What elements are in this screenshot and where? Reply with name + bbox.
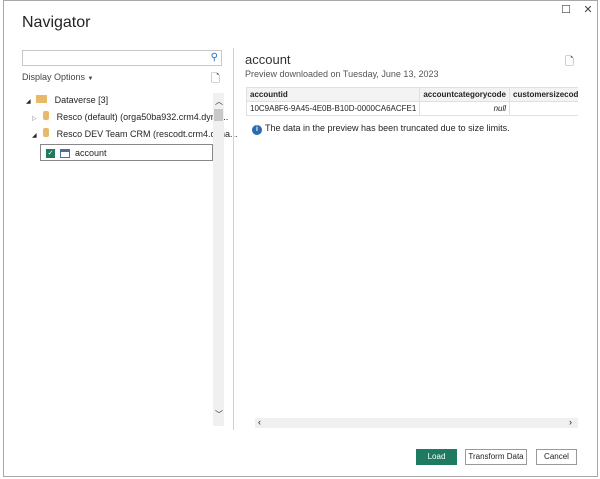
search-icon: ⚲ xyxy=(210,52,218,63)
preview-title: account xyxy=(245,52,291,67)
table-name: account xyxy=(75,148,107,158)
scroll-down-icon[interactable]: ﹀ xyxy=(215,409,223,420)
tree-item-table[interactable]: ✓ account xyxy=(40,144,213,161)
table-icon xyxy=(60,149,70,158)
maximize-icon[interactable]: ☐ xyxy=(559,3,573,16)
display-options-dropdown[interactable]: Display Options ▼ xyxy=(22,72,94,82)
tree-node-env[interactable]: ◢ Resco DEV Team CRM (rescodt.crm4.dyna.… xyxy=(32,126,238,143)
scroll-up-icon[interactable]: ︿ xyxy=(215,96,223,107)
table-row: 10C9A8F6-9A45-4E0B-B10D-0000CA6ACFE1 nul… xyxy=(246,101,578,116)
tree-scrollbar[interactable]: ︿ ﹀ xyxy=(213,93,224,426)
info-icon: i xyxy=(252,125,262,135)
collapse-icon: ◢ xyxy=(26,99,31,105)
close-icon[interactable]: ✕ xyxy=(581,3,595,16)
scroll-thumb[interactable] xyxy=(214,109,223,121)
refresh-icon[interactable]: 🗋 xyxy=(211,70,220,89)
cancel-button[interactable]: Cancel xyxy=(536,449,577,465)
search-input[interactable]: ⚲ xyxy=(22,50,222,66)
collapse-icon: ◢ xyxy=(32,133,37,139)
scroll-left-icon[interactable]: ‹ xyxy=(258,417,261,427)
dialog-title: Navigator xyxy=(22,14,91,31)
column-header[interactable]: accountid xyxy=(246,87,421,102)
checkbox[interactable]: ✓ xyxy=(46,149,55,158)
column-header[interactable]: customersizecode xyxy=(509,87,578,102)
transform-data-button[interactable]: Transform Data xyxy=(465,449,527,465)
preview-table: accountid accountcategorycode customersi… xyxy=(246,87,578,116)
database-icon xyxy=(43,111,50,120)
database-icon xyxy=(43,128,50,137)
divider xyxy=(233,48,234,430)
tree-node-dataverse[interactable]: ◢ Dataverse [3] xyxy=(26,92,108,109)
scroll-right-icon[interactable]: › xyxy=(569,417,572,427)
tree-node-env[interactable]: ▷ Resco (default) (orga50ba932.crm4.dyna… xyxy=(32,109,228,126)
cell: 1 xyxy=(509,101,578,116)
refresh-preview-icon[interactable]: 🗋 xyxy=(565,53,574,72)
column-header[interactable]: accountcategorycode xyxy=(419,87,511,102)
preview-subtitle: Preview downloaded on Tuesday, June 13, … xyxy=(245,69,439,79)
expand-icon: ▷ xyxy=(32,116,37,122)
load-button[interactable]: Load xyxy=(416,449,457,465)
folder-icon xyxy=(36,95,48,103)
preview-hscrollbar[interactable]: ‹ › xyxy=(255,417,578,428)
chevron-down-icon: ▼ xyxy=(87,76,94,82)
truncation-notice: i The data in the preview has been trunca… xyxy=(252,123,510,135)
cell: 10C9A8F6-9A45-4E0B-B10D-0000CA6ACFE1 xyxy=(246,101,421,116)
cell: null xyxy=(419,101,511,116)
